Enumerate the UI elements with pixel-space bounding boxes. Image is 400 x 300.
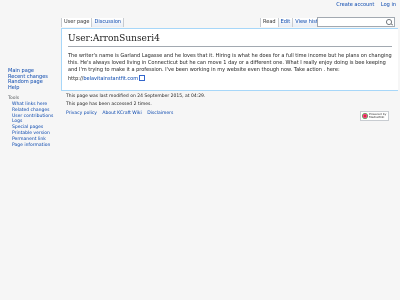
sidebar-tools: What links here Related changes User con… — [12, 102, 53, 148]
sidebar-navigation: Main page Recent changes Random page Hel… — [8, 68, 48, 92]
sidebar-item-printable-version[interactable]: Printable version — [12, 131, 53, 137]
tab-discussion[interactable]: Discussion — [91, 18, 125, 27]
powered-by-line2: MediaWiki — [369, 115, 385, 119]
last-modified-text: This page was last modified on 24 Septem… — [66, 94, 206, 99]
search-box — [317, 17, 395, 36]
tools-heading: Tools — [8, 96, 20, 101]
tab-read[interactable]: Read — [260, 18, 278, 27]
log-in-link[interactable]: Log in — [381, 2, 396, 8]
powered-by-text: Powered by MediaWiki — [369, 112, 386, 120]
namespace-tabs: User page Discussion — [61, 18, 125, 27]
powered-by-mediawiki-badge[interactable]: Powered by MediaWiki — [360, 111, 389, 121]
disclaimers-link[interactable]: Disclaimers — [147, 111, 173, 116]
page-title: User:ArronSunseri4 — [68, 34, 392, 47]
sidebar-item-help[interactable]: Help — [8, 85, 48, 92]
mediawiki-logo-icon — [362, 113, 368, 119]
privacy-policy-link[interactable]: Privacy policy — [66, 111, 97, 116]
external-link-icon — [139, 75, 146, 81]
page-body: The writer's name is Garland Lagasse and… — [68, 53, 392, 83]
page-views-text: This page has been accessed 2 times. — [66, 102, 152, 107]
sidebar-item-page-information[interactable]: Page information — [12, 143, 53, 149]
footer-info: This page was last modified on 24 Septem… — [66, 93, 205, 109]
create-account-link[interactable]: Create account — [336, 2, 374, 8]
footer-links: Privacy policy About KCraft Wiki Disclai… — [66, 111, 177, 116]
search-icon[interactable] — [386, 19, 392, 25]
tab-user-page[interactable]: User page — [61, 18, 92, 27]
sidebar-item-what-links-here[interactable]: What links here — [12, 102, 53, 108]
sidebar-item-related-changes[interactable]: Related changes — [12, 108, 53, 114]
tab-edit[interactable]: Edit — [277, 18, 293, 27]
personal-tools: Create account Log in — [331, 2, 396, 8]
about-link[interactable]: About KCraft Wiki — [102, 111, 141, 116]
external-link[interactable]: belavitainstantfit.com — [83, 76, 138, 82]
content-area: User:ArronSunseri4 The writer's name is … — [61, 28, 398, 91]
